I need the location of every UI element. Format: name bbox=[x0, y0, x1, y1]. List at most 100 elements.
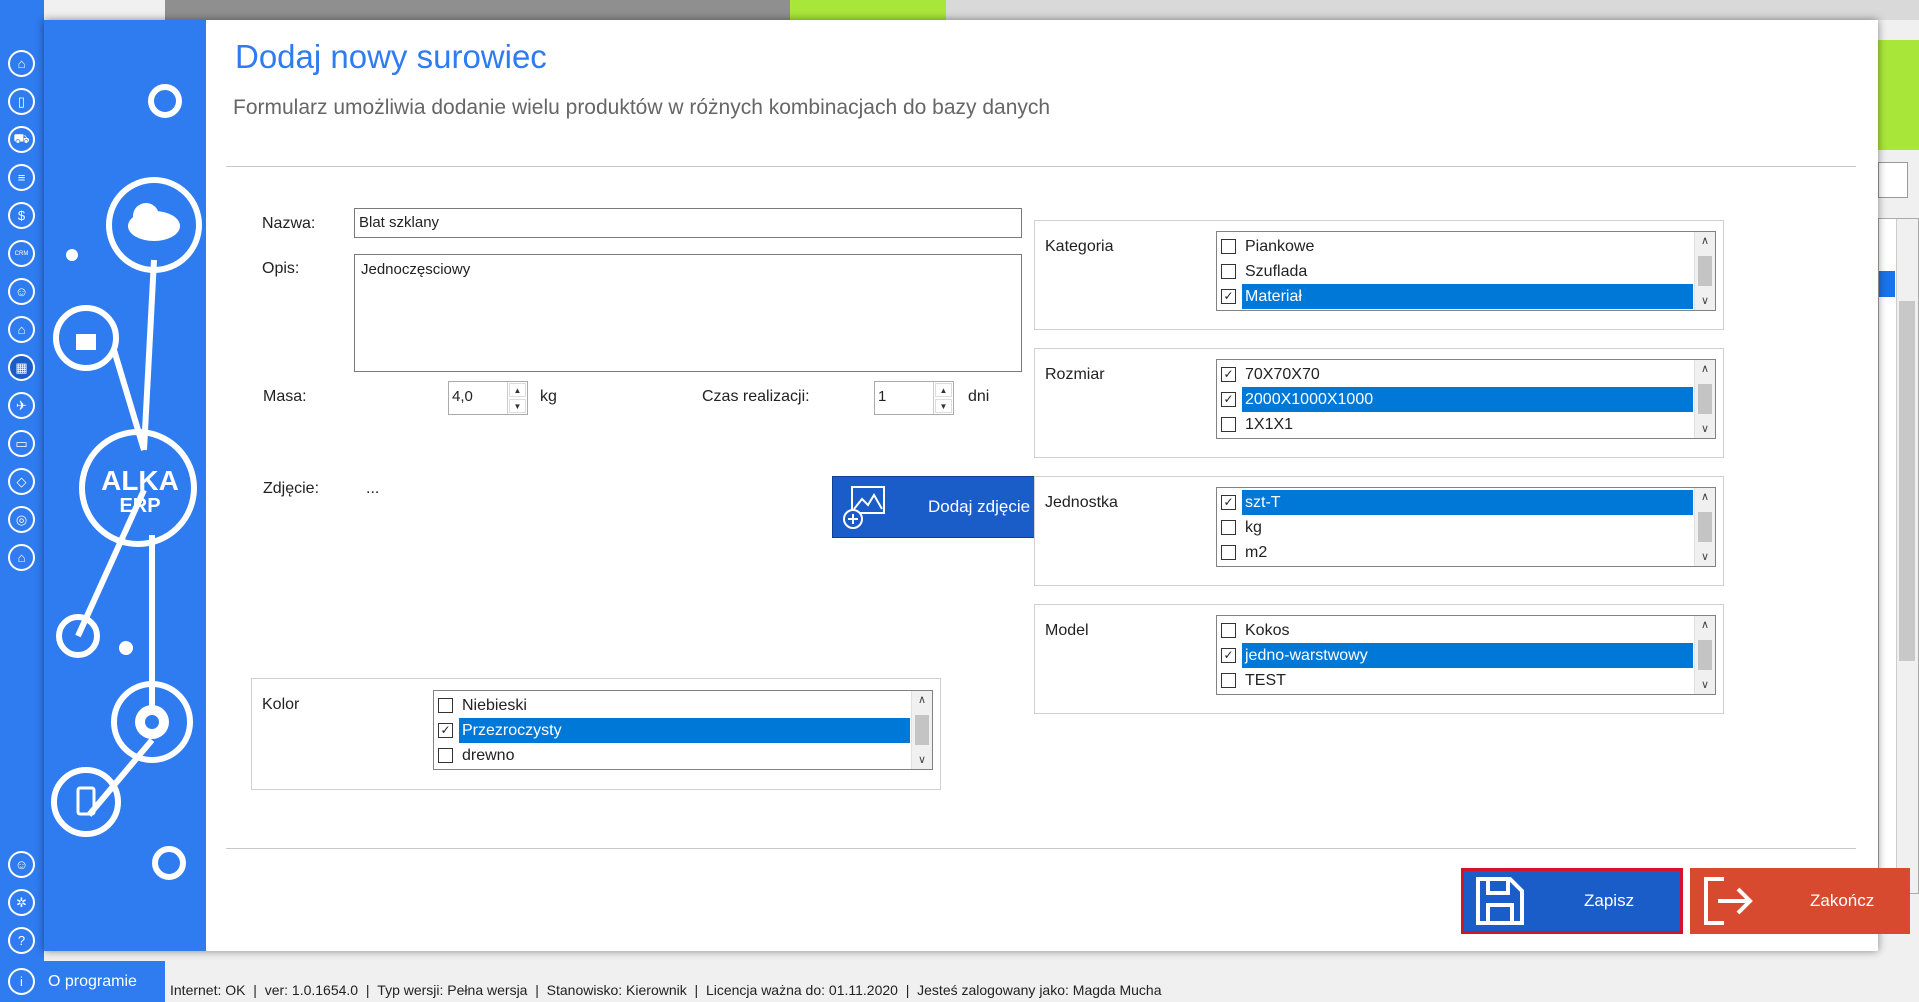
unit-item-szt-t[interactable]: ✓ szt-T bbox=[1218, 490, 1693, 515]
checkbox-checked[interactable]: ✓ bbox=[438, 723, 453, 738]
tag-icon[interactable]: ◇ bbox=[8, 468, 35, 495]
factory-icon[interactable]: ⌂ bbox=[8, 544, 35, 571]
checkbox-checked[interactable]: ✓ bbox=[1221, 289, 1236, 304]
size-item-2000x1000x1000[interactable]: ✓ 2000X1000X1000 bbox=[1218, 387, 1693, 412]
dialog-subtitle: Formularz umożliwia dodanie wielu produk… bbox=[233, 96, 1051, 119]
photo-path: ... bbox=[366, 480, 380, 497]
checkbox-checked[interactable]: ✓ bbox=[1221, 392, 1236, 407]
unit-item-m2[interactable]: m2 bbox=[1218, 540, 1693, 565]
add-image-icon bbox=[833, 476, 895, 538]
unit-item-kg[interactable]: kg bbox=[1218, 515, 1693, 540]
model-scrollbar[interactable]: ∧ ∨ bbox=[1694, 616, 1715, 694]
unit-list[interactable]: ✓ szt-T kg m2 ∧ ∨ bbox=[1216, 487, 1716, 567]
checkbox[interactable] bbox=[1221, 623, 1236, 638]
size-scrollbar[interactable]: ∧ ∨ bbox=[1694, 360, 1715, 438]
floppy-disk-icon bbox=[1476, 877, 1524, 925]
bottom-divider bbox=[226, 848, 1856, 849]
checkbox-checked[interactable]: ✓ bbox=[1221, 495, 1236, 510]
category-item-szuflada[interactable]: Szuflada bbox=[1218, 259, 1693, 284]
color-item-przezroczysty[interactable]: ✓ Przezroczysty bbox=[435, 718, 910, 743]
size-item-1x1x1[interactable]: 1X1X1 bbox=[1218, 412, 1693, 437]
time-value[interactable]: 1 bbox=[875, 382, 933, 414]
status-version: ver: 1.0.1654.0 bbox=[264, 982, 359, 998]
checkbox-checked[interactable]: ✓ bbox=[1221, 648, 1236, 663]
size-item-70x70x70[interactable]: ✓ 70X70X70 bbox=[1218, 362, 1693, 387]
scroll-down-icon[interactable]: ∨ bbox=[912, 751, 932, 769]
checkbox[interactable] bbox=[438, 698, 453, 713]
color-list[interactable]: Niebieski ✓ Przezroczysty drewno ∧ ∨ bbox=[433, 690, 933, 770]
crm-icon[interactable]: CRM bbox=[8, 240, 35, 267]
add-photo-button[interactable]: Dodaj zdjęcie bbox=[832, 476, 1052, 538]
time-stepper[interactable]: 1 ▲ ▼ bbox=[874, 381, 954, 415]
scroll-down-icon[interactable]: ∨ bbox=[1695, 292, 1715, 310]
model-item-test[interactable]: TEST bbox=[1218, 668, 1693, 693]
scroll-down-icon[interactable]: ∨ bbox=[1695, 420, 1715, 438]
mass-stepper[interactable]: 4,0 ▲ ▼ bbox=[448, 381, 528, 415]
color-scrollbar[interactable]: ∧ ∨ bbox=[911, 691, 932, 769]
scroll-up-icon[interactable]: ∧ bbox=[1695, 488, 1715, 506]
user-icon[interactable]: ☺ bbox=[8, 278, 35, 305]
scroll-up-icon[interactable]: ∧ bbox=[1695, 616, 1715, 634]
mass-increment-button[interactable]: ▲ bbox=[509, 383, 526, 397]
settings-icon[interactable]: ✲ bbox=[8, 889, 35, 916]
model-item-kokos[interactable]: Kokos bbox=[1218, 618, 1693, 643]
book-icon[interactable]: ▯ bbox=[8, 88, 35, 115]
checkbox-checked[interactable]: ✓ bbox=[1221, 367, 1236, 382]
store-icon[interactable]: ▦ bbox=[8, 354, 35, 381]
scroll-thumb[interactable] bbox=[1698, 640, 1712, 670]
color-item-niebieski[interactable]: Niebieski bbox=[435, 693, 910, 718]
category-list[interactable]: Piankowe Szuflada ✓ Materiał ∧ ∨ bbox=[1216, 231, 1716, 311]
color-item-drewno[interactable]: drewno bbox=[435, 743, 910, 768]
save-button[interactable]: Zapisz bbox=[1461, 868, 1683, 934]
model-item-jedno-warstwowy[interactable]: ✓ jedno-warstwowy bbox=[1218, 643, 1693, 668]
home-icon[interactable]: ⌂ bbox=[8, 50, 35, 77]
checkbox[interactable] bbox=[1221, 673, 1236, 688]
unit-label: Jednostka bbox=[1045, 494, 1118, 511]
scroll-up-icon[interactable]: ∧ bbox=[912, 691, 932, 709]
truck-icon[interactable]: ✈ bbox=[8, 392, 35, 419]
warehouse-icon[interactable]: ⌂ bbox=[8, 316, 35, 343]
name-input[interactable]: Blat szklany bbox=[354, 208, 1022, 238]
mass-value[interactable]: 4,0 bbox=[449, 382, 507, 414]
background-tabs bbox=[165, 0, 790, 20]
time-decrement-button[interactable]: ▼ bbox=[935, 399, 952, 413]
category-item-material[interactable]: ✓ Materiał bbox=[1218, 284, 1693, 309]
checkbox[interactable] bbox=[1221, 239, 1236, 254]
scroll-up-icon[interactable]: ∧ bbox=[1695, 232, 1715, 250]
checkbox[interactable] bbox=[438, 748, 453, 763]
mass-decrement-button[interactable]: ▼ bbox=[509, 399, 526, 413]
scroll-up-icon[interactable]: ∧ bbox=[1695, 360, 1715, 378]
cart-icon[interactable]: ⛟ bbox=[8, 126, 35, 153]
chart-icon[interactable]: ◎ bbox=[8, 506, 35, 533]
checkbox[interactable] bbox=[1221, 520, 1236, 535]
account-icon[interactable]: ☺ bbox=[8, 851, 35, 878]
about-program-button[interactable]: i O programie bbox=[0, 961, 165, 1002]
checkbox[interactable] bbox=[1221, 545, 1236, 560]
category-scrollbar[interactable]: ∧ ∨ bbox=[1694, 232, 1715, 310]
main-navigation-rail: ⌂ ▯ ⛟ ≡ $ CRM ☺ ⌂ ▦ ✈ ▭ ◇ ◎ ⌂ ☺ ✲ ? bbox=[0, 0, 44, 1002]
top-divider bbox=[226, 166, 1856, 167]
close-button[interactable]: Zakończ bbox=[1690, 868, 1910, 934]
category-item-piankowe[interactable]: Piankowe bbox=[1218, 234, 1693, 259]
scroll-down-icon[interactable]: ∨ bbox=[1695, 548, 1715, 566]
dollar-icon[interactable]: $ bbox=[8, 202, 35, 229]
background-list-scrollbar[interactable] bbox=[1896, 219, 1918, 893]
status-license: Licencja ważna do: 01.11.2020 bbox=[705, 982, 898, 998]
size-list[interactable]: ✓ 70X70X70 ✓ 2000X1000X1000 1X1X1 ∧ ∨ bbox=[1216, 359, 1716, 439]
description-textarea[interactable]: Jednoczęsciowy bbox=[354, 254, 1022, 372]
status-bar: Internet: OK | ver: 1.0.1654.0 | Typ wer… bbox=[165, 978, 1919, 1002]
unit-scrollbar[interactable]: ∧ ∨ bbox=[1694, 488, 1715, 566]
model-list[interactable]: Kokos ✓ jedno-warstwowy TEST ∧ ∨ bbox=[1216, 615, 1716, 695]
scroll-thumb[interactable] bbox=[915, 715, 929, 745]
scroll-thumb[interactable] bbox=[1698, 384, 1712, 414]
scroll-thumb[interactable] bbox=[1698, 256, 1712, 286]
bus-icon[interactable]: ▭ bbox=[8, 430, 35, 457]
scroll-down-icon[interactable]: ∨ bbox=[1695, 676, 1715, 694]
scroll-thumb[interactable] bbox=[1698, 512, 1712, 542]
list-icon[interactable]: ≡ bbox=[8, 164, 35, 191]
scroll-thumb[interactable] bbox=[1899, 301, 1915, 661]
checkbox[interactable] bbox=[1221, 264, 1236, 279]
help-icon[interactable]: ? bbox=[8, 927, 35, 954]
time-increment-button[interactable]: ▲ bbox=[935, 383, 952, 397]
checkbox[interactable] bbox=[1221, 417, 1236, 432]
